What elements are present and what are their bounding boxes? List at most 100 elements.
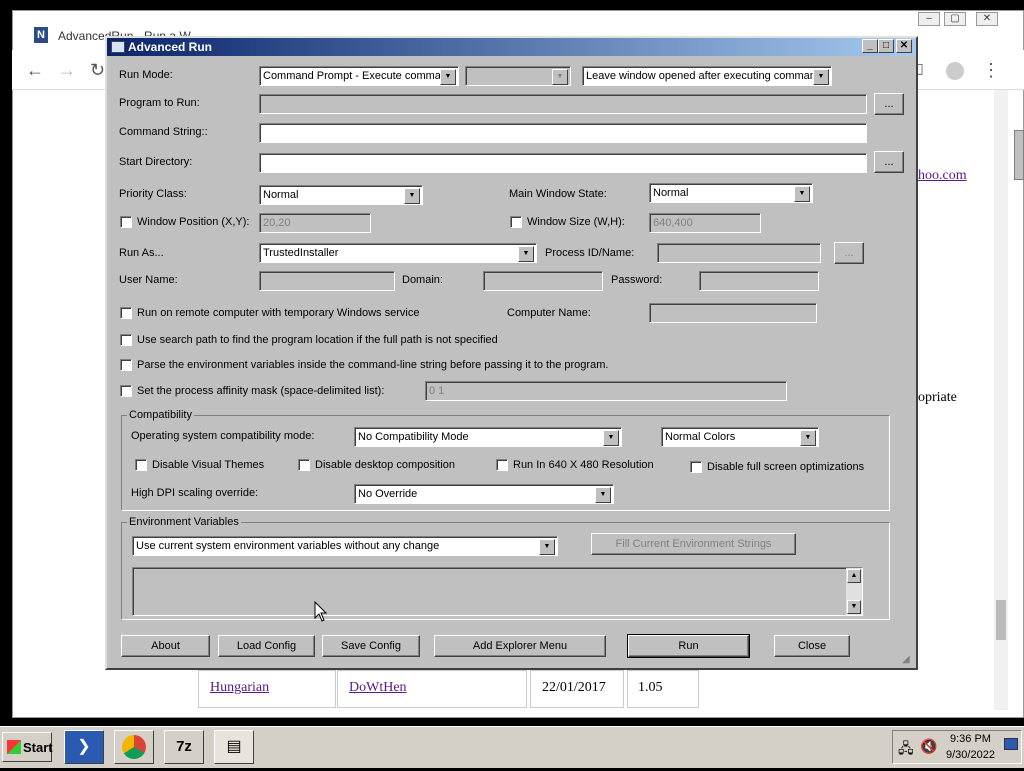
dialog-titlebar[interactable] [107, 38, 916, 56]
compat-os-select[interactable]: No Compatibility Mode ▼ [354, 427, 622, 447]
env-mode-select[interactable]: Use current system environment variables… [132, 536, 558, 556]
maximize-icon[interactable]: □ [878, 39, 894, 53]
save-config-button[interactable]: Save Config [322, 635, 420, 657]
priority-label: Priority Class: [119, 188, 187, 200]
table-date: 22/01/2017 [542, 680, 606, 695]
disable-fullscreen-checkbox[interactable] [690, 461, 702, 473]
window-option-select[interactable]: Leave window opened after executing comm… [582, 66, 832, 86]
program-label: Program to Run: [119, 97, 200, 109]
profile-avatar-icon[interactable] [946, 62, 964, 80]
affinity-input[interactable]: 0 1 [425, 381, 787, 401]
powershell-icon[interactable]: ❯ [64, 730, 104, 764]
searchpath-label: Use search path to find the program loca… [137, 334, 498, 346]
chevron-down-icon: ▼ [603, 430, 619, 446]
compatibility-group-label: Compatibility [127, 409, 194, 421]
parseenv-label: Parse the environment variables inside t… [137, 359, 609, 371]
run-button[interactable]: Run [627, 634, 750, 658]
reload-icon[interactable]: ↻ [90, 60, 105, 81]
program-input[interactable] [259, 94, 867, 114]
run-mode-select[interactable]: Command Prompt - Execute command ▼ [259, 66, 459, 86]
network-icon[interactable]: 🖧 [898, 738, 914, 762]
chevron-down-icon: ▼ [813, 69, 829, 85]
chevron-down-icon: ▼ [440, 69, 456, 85]
winpos-input[interactable]: 20,20 [259, 213, 371, 233]
command-input[interactable] [259, 123, 867, 143]
compat-os-value: No Compatibility Mode [358, 431, 469, 443]
run640-label: Run In 640 X 480 Resolution [513, 459, 654, 471]
run-mode-label: Run Mode: [119, 69, 173, 81]
colors-value: Normal Colors [665, 431, 736, 443]
password-input[interactable] [699, 271, 819, 291]
disable-themes-label: Disable Visual Themes [152, 459, 265, 471]
computer-input[interactable] [649, 303, 817, 323]
domain-label: Domain: [402, 274, 443, 286]
resize-grip-icon[interactable]: ◢ [902, 654, 914, 666]
page-scrollbar-thumb[interactable] [996, 600, 1006, 640]
pid-input[interactable] [657, 243, 821, 263]
disable-desktop-checkbox[interactable] [298, 459, 310, 471]
clock-time[interactable]: 9:36 PM [950, 733, 991, 745]
forward-arrow-icon[interactable]: → [58, 60, 76, 81]
command-label: Command String:: [119, 126, 208, 138]
browse-pid-button[interactable]: ... [834, 242, 864, 264]
mainwin-select[interactable]: Normal ▼ [649, 183, 813, 203]
browse-program-button[interactable]: ... [874, 93, 904, 115]
table-link-translator[interactable]: DoWtHen [349, 680, 407, 696]
winsize-checkbox[interactable] [510, 216, 522, 228]
dpi-value: No Override [358, 488, 418, 500]
winpos-checkbox[interactable] [120, 216, 132, 228]
clock-date[interactable]: 9/30/2022 [946, 749, 995, 761]
browse-startdir-button[interactable]: ... [874, 151, 904, 173]
close-icon[interactable]: ✕ [896, 39, 912, 53]
winsize-label: Window Size (W,H): [527, 216, 625, 228]
add-explorer-menu-button[interactable]: Add Explorer Menu [434, 635, 606, 657]
winsize-input[interactable]: 640,400 [649, 213, 761, 233]
dialog-title: Advanced Run [128, 40, 213, 54]
table-link-language[interactable]: Hungarian [210, 680, 269, 696]
back-arrow-icon[interactable]: ← [26, 60, 44, 81]
env-mode-value: Use current system environment variables… [136, 540, 440, 552]
chevron-down-icon: ▼ [539, 539, 555, 555]
colors-select[interactable]: Normal Colors ▼ [661, 427, 819, 447]
run640-checkbox[interactable] [496, 459, 508, 471]
runas-label: Run As... [119, 247, 164, 259]
priority-select[interactable]: Normal ▼ [259, 185, 423, 205]
scroll-up-icon[interactable]: ▲ [847, 569, 861, 583]
pid-label: Process ID/Name: [545, 247, 635, 259]
affinity-checkbox[interactable] [120, 385, 132, 397]
close-button[interactable]: Close [774, 635, 850, 657]
advancedrun-taskbar-icon[interactable]: ▤ [214, 730, 254, 764]
app-icon [111, 41, 125, 53]
runas-select[interactable]: TrustedInstaller ▼ [259, 243, 537, 263]
runas-value: TrustedInstaller [263, 247, 339, 259]
fill-env-button[interactable]: Fill Current Environment Strings [591, 533, 796, 555]
browser-maximize-icon[interactable]: ▢ [944, 12, 966, 26]
priority-value: Normal [263, 189, 299, 201]
show-desktop-icon[interactable] [1004, 738, 1018, 750]
remote-label: Run on remote computer with temporary Wi… [137, 307, 420, 319]
about-button[interactable]: About [121, 635, 210, 657]
page-link-email[interactable]: hoo.com [918, 168, 967, 184]
browser-close-icon[interactable]: ✕ [976, 12, 998, 26]
chrome-icon[interactable] [114, 730, 154, 764]
domain-input[interactable] [483, 271, 603, 291]
dpi-select[interactable]: No Override ▼ [354, 484, 614, 504]
volume-muted-icon[interactable]: 🔇 [920, 738, 937, 755]
menu-dots-icon[interactable]: ⋮ [982, 60, 1000, 81]
chevron-down-icon: ▼ [800, 430, 816, 446]
env-textarea[interactable] [132, 567, 863, 616]
searchpath-checkbox[interactable] [120, 334, 132, 346]
load-config-button[interactable]: Load Config [218, 635, 315, 657]
startdir-input[interactable] [259, 153, 867, 173]
minimize-icon[interactable]: _ [862, 39, 878, 53]
parseenv-checkbox[interactable] [120, 359, 132, 371]
affinity-label: Set the process affinity mask (space-del… [137, 385, 385, 397]
7zip-icon[interactable]: 7z [164, 730, 204, 764]
remote-checkbox[interactable] [120, 307, 132, 319]
disable-fullscreen-label: Disable full screen optimizations [707, 461, 865, 473]
browser-minimize-icon[interactable]: – [918, 12, 940, 26]
scroll-down-icon[interactable]: ▼ [847, 600, 861, 614]
disable-themes-checkbox[interactable] [135, 459, 147, 471]
username-input[interactable] [259, 271, 395, 291]
start-button[interactable]: Start [2, 732, 53, 762]
